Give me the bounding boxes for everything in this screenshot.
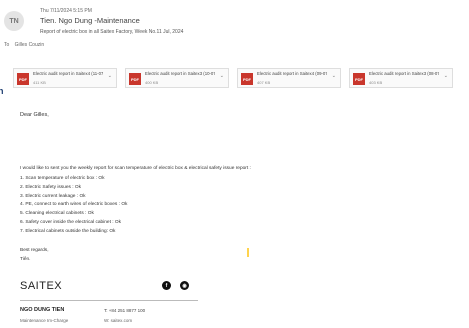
checklist-item: 7. Electrical cabinets outside the build…	[20, 228, 116, 234]
pdf-icon: PDF	[129, 73, 141, 85]
attachment-size: 400 KB	[145, 80, 159, 85]
saitex-logo: SAITEX	[20, 280, 63, 292]
signature-phone[interactable]: T: +84 251 8877 100	[104, 308, 145, 313]
signature-website[interactable]: W: saitex.com	[104, 318, 132, 323]
chevron-down-icon[interactable]: ⌄	[332, 73, 336, 79]
attachment-name: Electric audit report in Saitex4 (09-07-…	[257, 71, 327, 76]
checklist-item: 6. Safety cover inside the electrical ca…	[20, 219, 122, 225]
recipient-name[interactable]: Gilles Couzin	[15, 42, 44, 48]
sender-avatar[interactable]: TN	[4, 11, 24, 31]
signature-name: NGO DUNG TIEN	[20, 307, 65, 313]
checklist-item: 1. Scan temperature of electric box : Ok	[20, 176, 105, 181]
email-intro: I would like to sent you the weekly repo…	[20, 166, 251, 171]
attachment-size: 403 KB	[369, 80, 383, 85]
checklist-item: 2. Electric Safety issues : Ok	[20, 184, 82, 190]
attachment-size: 411 KB	[33, 80, 46, 85]
report-checklist: 1. Scan temperature of electric box : Ok…	[20, 175, 127, 237]
checklist-item: 3. Electric current leakage : Ok	[20, 193, 86, 199]
clipped-left-text: n	[0, 86, 4, 96]
attachment-item[interactable]: PDF Electric audit report in Saitex4 (11…	[13, 68, 117, 88]
instagram-icon[interactable]: ◉	[180, 281, 189, 290]
email-greeting: Dear Gilles,	[20, 112, 49, 118]
chevron-down-icon[interactable]: ⌄	[444, 73, 448, 79]
attachment-name: Electric audit report in Saitex4 (11-07-…	[33, 71, 103, 76]
sender-name[interactable]: Tien. Ngo Dung -Maintenance	[40, 16, 140, 25]
attachments-bar: PDF Electric audit report in Saitex4 (11…	[13, 68, 469, 90]
attachment-item[interactable]: PDF Electric audit report in Saitex3 (08…	[349, 68, 453, 88]
chevron-down-icon[interactable]: ⌄	[108, 73, 112, 79]
attachment-item[interactable]: PDF Electric audit report in Saitex4 (09…	[237, 68, 341, 88]
attachment-item[interactable]: PDF Electric audit report in Saitex3 (10…	[125, 68, 229, 88]
email-subject: Report of electric box in all Saitex Fac…	[40, 29, 184, 35]
checklist-item: 5. Cleaning electrical cabinets : Ok	[20, 211, 94, 217]
attachment-name: Electric audit report in Saitex3 (08-07-…	[369, 71, 439, 76]
chevron-down-icon[interactable]: ⌄	[220, 73, 224, 79]
pdf-icon: PDF	[241, 73, 253, 85]
signature-divider	[20, 300, 198, 301]
recipient-line: To Gilles Couzin	[4, 42, 44, 48]
to-label: To	[4, 42, 10, 48]
facebook-icon[interactable]: f	[162, 281, 171, 290]
attachment-name: Electric audit report in Saitex3 (10-07-…	[145, 71, 215, 76]
message-header: TN Thu 7/11/2024 5:15 PM Tien. Ngo Dung …	[0, 0, 469, 60]
pdf-icon: PDF	[17, 73, 29, 85]
checklist-item: 4. PE, connect to earth wires of electri…	[20, 202, 128, 208]
text-cursor	[247, 248, 249, 257]
signature-role: Maintenance Im-Charge	[20, 318, 69, 323]
sent-date: Thu 7/11/2024 5:15 PM	[40, 8, 92, 14]
email-closing: Best regards,	[20, 248, 49, 253]
email-signoff: Tiên.	[20, 257, 31, 262]
pdf-icon: PDF	[353, 73, 365, 85]
attachment-size: 407 KB	[257, 80, 271, 85]
